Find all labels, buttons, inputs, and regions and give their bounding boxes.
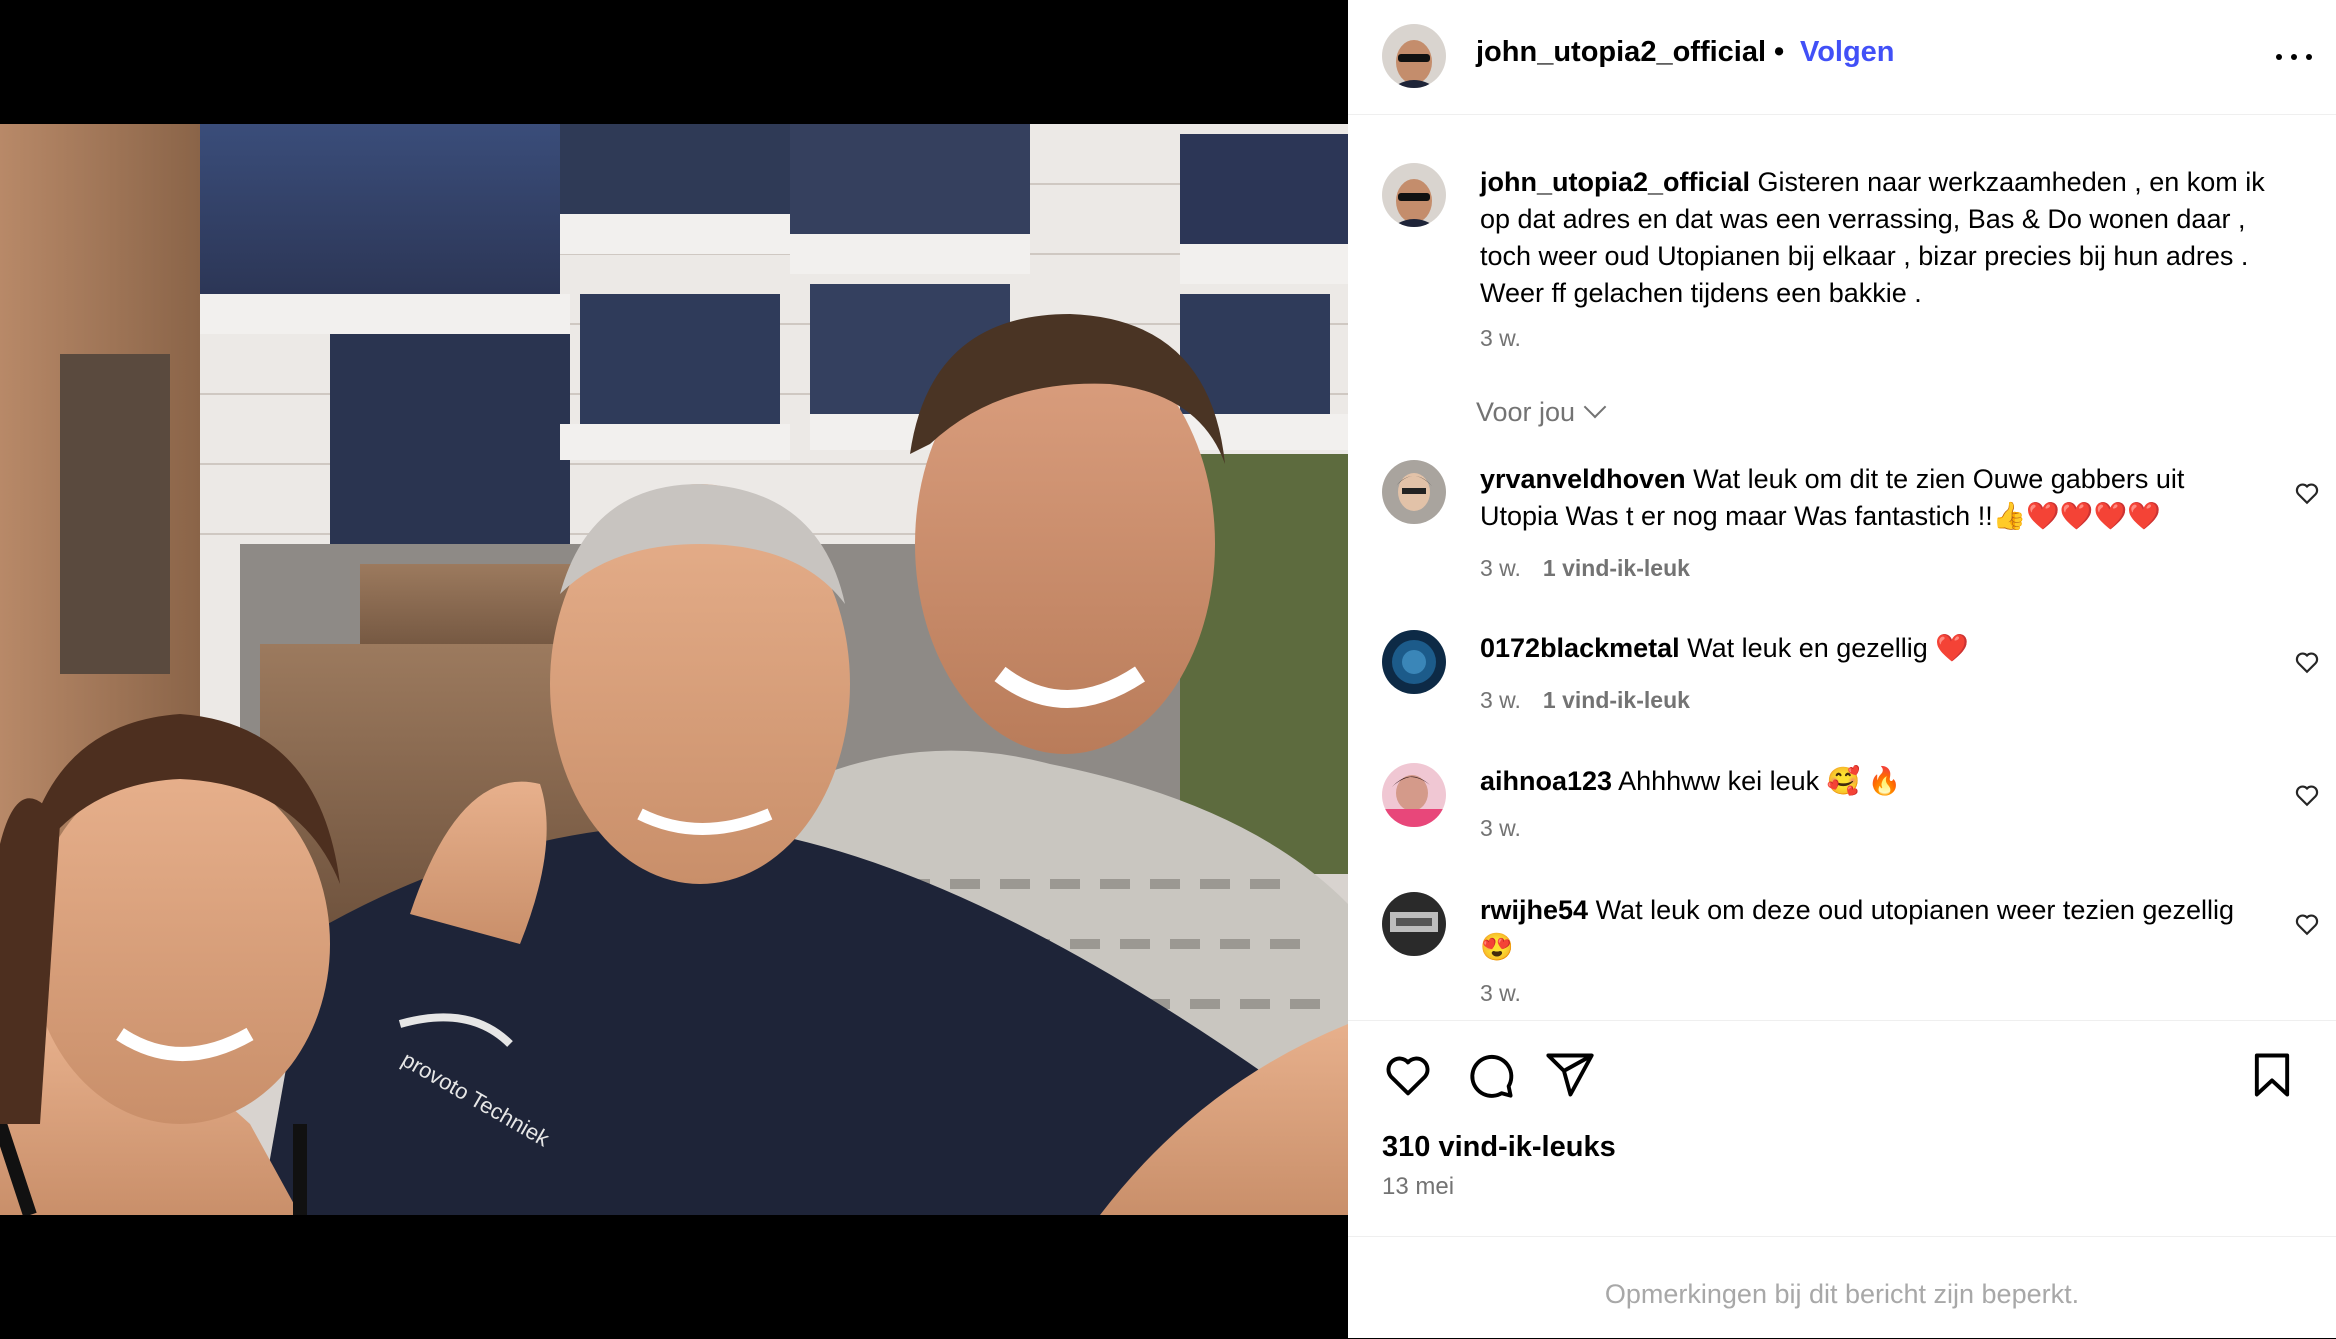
author-avatar[interactable] bbox=[1382, 24, 1446, 88]
comment-avatar[interactable] bbox=[1382, 892, 1446, 956]
comment-likes[interactable]: 1 vind-ik-leuk bbox=[1543, 687, 1690, 713]
comment-avatar[interactable] bbox=[1382, 630, 1446, 694]
post-date[interactable]: 13 mei bbox=[1382, 1173, 1454, 1201]
comment-likes[interactable]: 1 vind-ik-leuk bbox=[1543, 555, 1690, 581]
caption-time[interactable]: 3 w. bbox=[1480, 325, 1521, 352]
comments-restricted-notice: Opmerkingen bij dit bericht zijn beperkt… bbox=[1604, 1279, 2080, 1309]
comment-meta: 3 w. 1 vind-ik-leuk bbox=[1480, 555, 1690, 582]
bookmark-icon[interactable] bbox=[2246, 1049, 2298, 1101]
comment-like-heart-icon[interactable] bbox=[2294, 782, 2320, 808]
comment-time[interactable]: 3 w. bbox=[1480, 687, 1521, 713]
likes-count[interactable]: 310 vind-ik-leuks bbox=[1382, 1131, 1616, 1164]
caption: john_utopia2_official Gisteren naar werk… bbox=[1480, 164, 2300, 312]
action-bar: 310 vind-ik-leuks 13 mei bbox=[1348, 1020, 2336, 1241]
more-options-icon[interactable] bbox=[2274, 36, 2314, 76]
share-icon[interactable] bbox=[1544, 1049, 1596, 1101]
post-header: john_utopia2_official • Volgen bbox=[1348, 0, 2336, 115]
post-photo[interactable]: provoto Techniek bbox=[0, 124, 1348, 1215]
comments-area[interactable]: john_utopia2_official Gisteren naar werk… bbox=[1348, 115, 2336, 1019]
comment-text: Wat leuk en gezellig ❤️ bbox=[1687, 633, 1969, 663]
follow-button[interactable]: Volgen bbox=[1800, 36, 1895, 69]
comment-username[interactable]: rwijhe54 bbox=[1480, 895, 1588, 925]
media-pane: provoto Techniek bbox=[0, 0, 1348, 1338]
comment-footer: Opmerkingen bij dit bericht zijn beperkt… bbox=[1348, 1236, 2336, 1339]
sort-dropdown[interactable]: Voor jou bbox=[1476, 395, 1607, 428]
header-username[interactable]: john_utopia2_official bbox=[1476, 36, 1766, 69]
comment-time[interactable]: 3 w. bbox=[1480, 555, 1521, 581]
comment-avatar[interactable] bbox=[1382, 460, 1446, 524]
comment-text: Ahhhww kei leuk 🥰 🔥 bbox=[1618, 766, 1902, 796]
comment-text: Wat leuk om deze oud utopianen weer tezi… bbox=[1480, 895, 2234, 962]
comment-like-heart-icon[interactable] bbox=[2294, 480, 2320, 506]
comment-icon[interactable] bbox=[1464, 1049, 1516, 1101]
comment-body: rwijhe54 Wat leuk om deze oud utopianen … bbox=[1480, 892, 2260, 966]
sort-label: Voor jou bbox=[1476, 397, 1576, 427]
post-sidebar: john_utopia2_official • Volgen john_utop… bbox=[1348, 0, 2336, 1338]
chevron-down-icon bbox=[1583, 395, 1607, 419]
comment-meta: 3 w. bbox=[1480, 815, 1521, 842]
selfie-image: provoto Techniek bbox=[0, 124, 1348, 1215]
comment-like-heart-icon[interactable] bbox=[2294, 649, 2320, 675]
header-separator: • bbox=[1774, 36, 1785, 68]
comment-avatar[interactable] bbox=[1382, 763, 1446, 827]
comment-username[interactable]: 0172blackmetal bbox=[1480, 633, 1680, 663]
comment-meta: 3 w. bbox=[1480, 980, 1521, 1007]
comment-username[interactable]: aihnoa123 bbox=[1480, 766, 1612, 796]
heart-icon[interactable] bbox=[1382, 1049, 1434, 1101]
comment-body: yrvanveldhoven Wat leuk om dit te zien O… bbox=[1480, 461, 2260, 535]
comment-meta: 3 w. 1 vind-ik-leuk bbox=[1480, 687, 1690, 714]
caption-username[interactable]: john_utopia2_official bbox=[1480, 167, 1750, 197]
caption-avatar[interactable] bbox=[1382, 163, 1446, 227]
comment-username[interactable]: yrvanveldhoven bbox=[1480, 464, 1686, 494]
comment-time[interactable]: 3 w. bbox=[1480, 815, 1521, 841]
comment-like-heart-icon[interactable] bbox=[2294, 911, 2320, 937]
comment-time[interactable]: 3 w. bbox=[1480, 980, 1521, 1006]
comment-body: aihnoa123 Ahhhww kei leuk 🥰 🔥 bbox=[1480, 763, 2260, 800]
comment-body: 0172blackmetal Wat leuk en gezellig ❤️ bbox=[1480, 630, 2260, 667]
